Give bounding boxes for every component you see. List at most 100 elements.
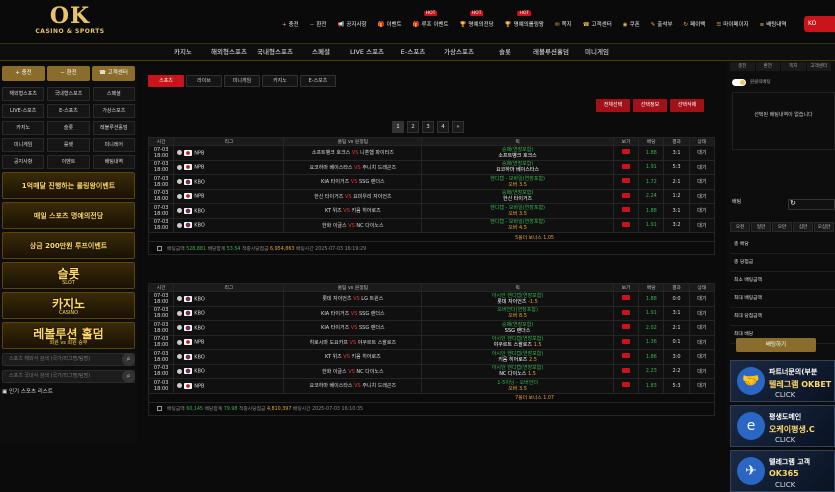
category-button[interactable]: 레볼루션홀덤 bbox=[92, 121, 135, 135]
right-tab[interactable]: 고객센터 bbox=[806, 62, 831, 71]
right-tab[interactable]: 충전 bbox=[730, 62, 755, 71]
category-button[interactable]: 룰렛 bbox=[47, 138, 90, 152]
view-icon[interactable] bbox=[622, 149, 631, 155]
amount-chip[interactable]: 오십만 bbox=[814, 222, 834, 232]
promo-banner[interactable]: 상금 200만원 루프이벤트 bbox=[2, 232, 135, 259]
refresh-icon[interactable]: ↻ bbox=[790, 199, 796, 207]
category-button[interactable]: 미니게임 bbox=[2, 138, 45, 152]
action-button[interactable]: 전체선택 bbox=[596, 99, 630, 112]
promo-banner[interactable]: 1억매달 진행하는 롤링왕이벤트 bbox=[2, 172, 135, 199]
promo-banner[interactable]: 레볼루션 홀덤 회원 vs 회원 승부 bbox=[2, 322, 135, 349]
main-menu-item[interactable]: E-스포츠 bbox=[390, 44, 436, 60]
view-icon[interactable] bbox=[622, 382, 631, 388]
promo-banner[interactable]: 매일 스포츠 명예의전당 bbox=[2, 202, 135, 229]
right-banner[interactable]: 🤝 파트너문의(부분 텔레그램 OKBET CLICK bbox=[730, 360, 835, 402]
live-list-header[interactable]: ▣ 인기 스포츠 리스트 bbox=[2, 387, 135, 397]
top-nav-item[interactable]: 🏆 명예의롤링왕 HOT bbox=[505, 11, 544, 28]
select-checkbox[interactable] bbox=[157, 406, 162, 411]
top-nav-item[interactable]: ≡ 배팅내역 bbox=[760, 20, 787, 28]
top-nav-item[interactable]: ☰ 마이페이지 bbox=[716, 20, 748, 28]
main-menu-item[interactable]: LIVE 스포츠 bbox=[344, 44, 390, 60]
top-nav-item[interactable]: 🎁 이벤트 bbox=[378, 20, 402, 28]
main-menu-item[interactable]: 가상스포츠 bbox=[436, 44, 482, 60]
page-button[interactable]: 3 bbox=[422, 121, 434, 133]
view-icon[interactable] bbox=[622, 178, 631, 184]
category-button[interactable]: 슬롯 bbox=[47, 121, 90, 135]
select-checkbox[interactable] bbox=[157, 245, 162, 251]
view-icon[interactable] bbox=[622, 367, 631, 373]
view-icon[interactable] bbox=[622, 324, 631, 330]
view-icon[interactable] bbox=[622, 221, 631, 227]
view-icon[interactable] bbox=[622, 163, 631, 169]
nav-icon: 🎁 bbox=[412, 22, 420, 28]
category-button[interactable]: 배팅내역 bbox=[92, 155, 135, 169]
logo[interactable]: OK CASINO & SPORTS bbox=[30, 4, 110, 40]
right-tab[interactable]: 쪽지 bbox=[781, 62, 806, 71]
tab-2[interactable]: 미니게임 bbox=[224, 75, 260, 87]
top-nav-item[interactable]: + 충전 bbox=[282, 20, 299, 28]
top-nav-item[interactable]: 🏆 명예의전당 HOT bbox=[460, 11, 494, 28]
category-button[interactable]: 스페셜 bbox=[92, 87, 135, 101]
view-icon[interactable] bbox=[622, 309, 631, 315]
search-icon[interactable]: ⌕ bbox=[122, 370, 135, 383]
left-action-button[interactable]: + 충전 bbox=[2, 66, 45, 81]
main-menu-item[interactable]: 미니게임 bbox=[574, 44, 620, 60]
amount-chip[interactable]: 오천 bbox=[730, 222, 750, 232]
page-button[interactable]: 2 bbox=[407, 121, 419, 133]
category-button[interactable]: 이벤트 bbox=[47, 155, 90, 169]
tab-0[interactable]: 스포츠 bbox=[148, 75, 184, 87]
top-nav-item[interactable]: ✎ 출석부 bbox=[651, 20, 673, 28]
top-nav-item[interactable]: ☎ 고객센터 bbox=[583, 20, 612, 28]
main-menu-item[interactable]: 스페셜 bbox=[298, 44, 344, 60]
category-button[interactable]: 카지노 bbox=[2, 121, 45, 135]
top-nav-item[interactable]: − 환전 bbox=[310, 20, 327, 28]
main-menu-item[interactable]: 국내형스포츠 bbox=[252, 44, 298, 60]
category-button[interactable]: 미니레어 bbox=[92, 138, 135, 152]
view-icon[interactable] bbox=[622, 295, 631, 301]
view-icon[interactable] bbox=[622, 338, 631, 344]
one-click-toggle[interactable] bbox=[732, 79, 746, 86]
tab-3[interactable]: 카지노 bbox=[262, 75, 298, 87]
search-domestic-input[interactable]: 스포츠 국내식 검색 (국가/리그명/팀명) ⌕ bbox=[2, 370, 135, 383]
search-overseas-input[interactable]: 스포츠 해외식 검색 (국가/리그명/팀명) ⌕ bbox=[2, 353, 135, 366]
left-action-button[interactable]: ☎ 고객센터 bbox=[92, 66, 135, 81]
page-button[interactable]: 1 bbox=[392, 121, 404, 133]
main-menu-item[interactable]: 레볼루션홀덤 bbox=[528, 44, 574, 60]
page-button[interactable]: 4 bbox=[437, 121, 449, 133]
top-nav-item[interactable]: ✉ 쪽지 bbox=[555, 20, 572, 28]
action-button[interactable]: 선택정보 bbox=[633, 99, 667, 112]
top-nav-item[interactable]: 🎁 루프 이벤트 HOT bbox=[412, 11, 449, 28]
page-button[interactable]: » bbox=[452, 121, 464, 133]
left-action-button[interactable]: − 환전 bbox=[47, 66, 90, 81]
search-icon[interactable]: ⌕ bbox=[122, 353, 135, 366]
view-icon[interactable] bbox=[622, 207, 631, 213]
category-button[interactable]: 해외형스포츠 bbox=[2, 87, 45, 101]
top-nav-item[interactable]: ↻ 페이백 bbox=[684, 20, 706, 28]
language-select[interactable]: KO bbox=[804, 16, 835, 32]
place-bet-button[interactable]: 배팅하기 bbox=[736, 338, 816, 352]
tab-1[interactable]: 라이브 bbox=[186, 75, 222, 87]
category-button[interactable]: LIVE-스포츠 bbox=[2, 104, 45, 118]
pick-line: 오버 3.5 bbox=[508, 385, 527, 392]
tab-4[interactable]: E-스포츠 bbox=[300, 75, 336, 87]
view-icon[interactable] bbox=[622, 192, 631, 198]
main-menu-item[interactable]: 슬롯 bbox=[482, 44, 528, 60]
category-button[interactable]: 가상스포츠 bbox=[92, 104, 135, 118]
view-icon[interactable] bbox=[622, 353, 631, 359]
amount-chip[interactable]: 일만 bbox=[751, 222, 771, 232]
top-nav-item[interactable]: ◉ 쿠폰 bbox=[623, 20, 640, 28]
right-banner[interactable]: e 평생도메인 오케이평생.C CLICK bbox=[730, 405, 835, 447]
top-nav-item[interactable]: 📢 공지사항 bbox=[337, 20, 366, 28]
category-button[interactable]: 국내형스포츠 bbox=[47, 87, 90, 101]
right-banner[interactable]: ✈ 텔레그램 고객 OK365 CLICK bbox=[730, 450, 835, 492]
promo-banner[interactable]: 슬롯 SLOT bbox=[2, 262, 135, 289]
category-button[interactable]: E-스포츠 bbox=[47, 104, 90, 118]
category-button[interactable]: 공지사항 bbox=[2, 155, 45, 169]
action-button[interactable]: 선택삭제 bbox=[670, 99, 704, 112]
amount-chip[interactable]: 십만 bbox=[793, 222, 813, 232]
right-tab[interactable]: 환전 bbox=[755, 62, 780, 71]
amount-chip[interactable]: 오만 bbox=[772, 222, 792, 232]
main-menu-item[interactable]: 카지노 bbox=[160, 44, 206, 60]
promo-banner[interactable]: 카지노 CASINO bbox=[2, 292, 135, 319]
main-menu-item[interactable]: 해외형스포츠 bbox=[206, 44, 252, 60]
